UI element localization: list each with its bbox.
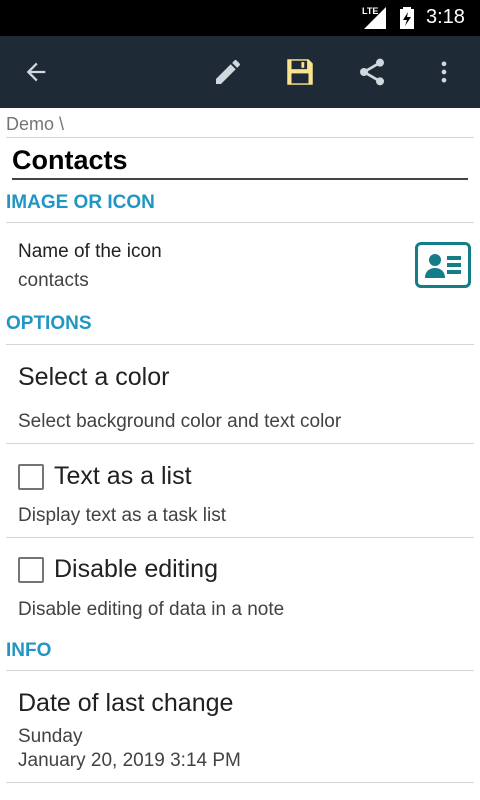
icon-setting-label: Name of the icon	[18, 241, 162, 262]
more-vert-icon	[441, 61, 447, 83]
battery-charging-icon	[400, 7, 414, 29]
divider	[6, 670, 474, 671]
last-change-title: Date of last change	[18, 689, 234, 717]
share-button[interactable]	[350, 50, 394, 94]
last-change-day: Sunday	[18, 726, 83, 747]
icon-preview[interactable]	[415, 242, 471, 288]
divider	[6, 222, 474, 223]
disable-editing-summary: Disable editing of data in a note	[18, 599, 285, 620]
divider	[6, 782, 474, 783]
section-header-image: IMAGE OR ICON	[6, 192, 155, 213]
section-header-options: OPTIONS	[6, 313, 92, 334]
contact-card-icon	[425, 254, 461, 278]
divider	[6, 137, 474, 138]
clock: 3:18	[426, 6, 465, 28]
toolbar	[0, 36, 480, 108]
title-input[interactable]: Contacts	[12, 142, 468, 180]
text-as-list-summary: Display text as a task list	[18, 505, 227, 526]
text-as-list-checkbox[interactable]	[18, 464, 44, 490]
breadcrumb[interactable]: Demo \	[6, 114, 64, 135]
arrow-left-icon	[26, 62, 46, 82]
overflow-menu-button[interactable]	[422, 50, 466, 94]
divider	[6, 537, 474, 538]
last-change-datetime: January 20, 2019 3:14 PM	[18, 750, 241, 771]
share-icon	[360, 58, 384, 86]
select-color-title: Select a color	[18, 363, 170, 391]
text-as-list-title: Text as a list	[54, 462, 192, 490]
edit-button[interactable]	[206, 50, 250, 94]
disable-editing-checkbox[interactable]	[18, 557, 44, 583]
divider	[6, 443, 474, 444]
disable-editing-title: Disable editing	[54, 555, 218, 583]
select-color-summary: Select background color and text color	[18, 411, 342, 432]
section-header-info: INFO	[6, 640, 52, 661]
save-button[interactable]	[278, 50, 322, 94]
network-type: LTE	[362, 6, 379, 16]
status-bar: LTE 3:18	[0, 0, 480, 36]
back-button[interactable]	[14, 50, 58, 94]
floppy-disk-icon	[287, 59, 313, 85]
icon-setting-value: contacts	[18, 270, 89, 291]
pencil-icon	[216, 59, 240, 84]
divider	[6, 344, 474, 345]
